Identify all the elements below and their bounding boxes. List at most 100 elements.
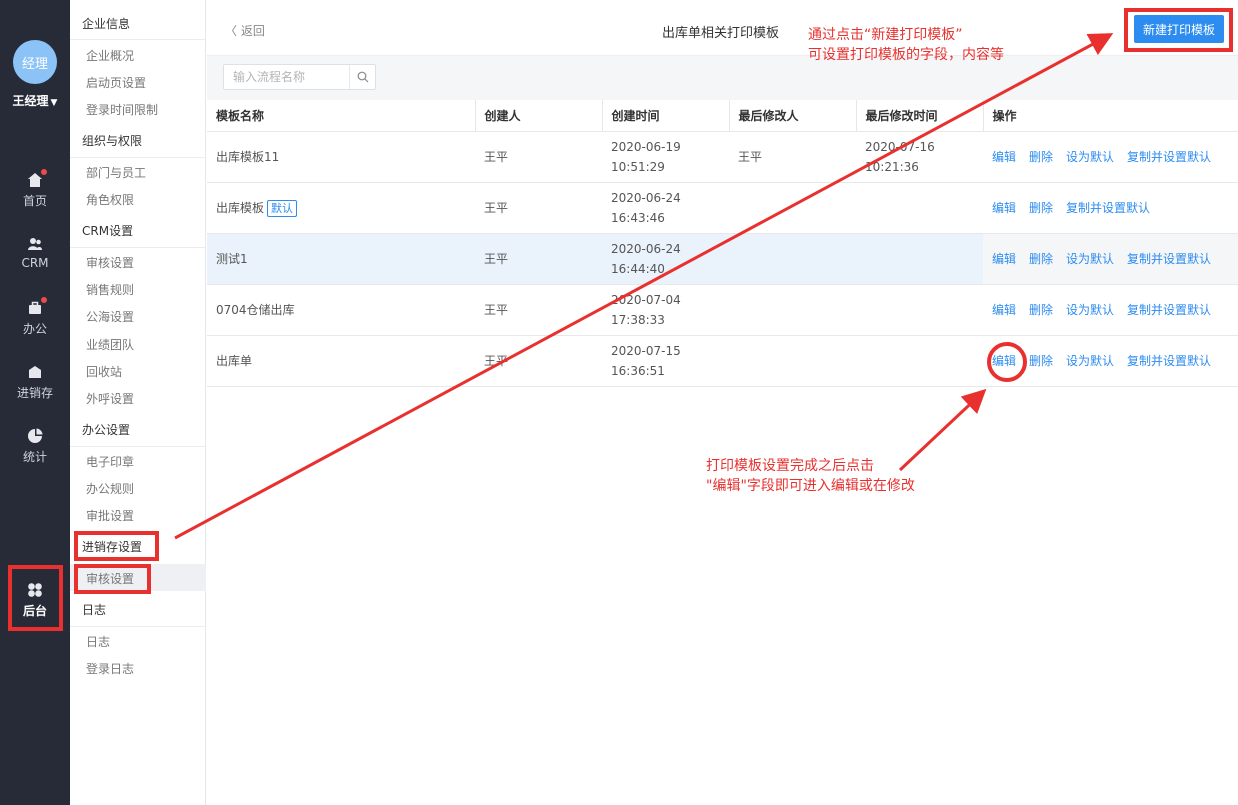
- menu-group-title: 组织与权限: [82, 134, 143, 148]
- set-default-link[interactable]: 设为默认: [1066, 252, 1114, 266]
- delete-link[interactable]: 删除: [1029, 303, 1053, 317]
- default-badge: 默认: [267, 199, 298, 217]
- copy-set-default-link[interactable]: 复制并设置默认: [1127, 252, 1211, 266]
- menu-item[interactable]: 日志: [86, 633, 110, 650]
- creator: 王平: [475, 233, 602, 285]
- notification-dot: [41, 297, 47, 303]
- pie-chart-icon: [27, 428, 43, 444]
- menu-group-title: CRM设置: [82, 224, 134, 238]
- menu-item[interactable]: 登录时间限制: [86, 101, 158, 118]
- delete-link[interactable]: 删除: [1029, 354, 1053, 368]
- menu-item[interactable]: 角色权限: [86, 191, 134, 208]
- user-name: 王经理: [12, 94, 49, 108]
- annotation-box-admin: [8, 565, 63, 631]
- modified-time: [856, 335, 983, 387]
- creator: 王平: [475, 182, 602, 234]
- annotation-box-new-template: [1124, 8, 1233, 52]
- search-icon[interactable]: [349, 65, 375, 89]
- set-default-link[interactable]: 设为默认: [1066, 150, 1114, 164]
- menu-item[interactable]: 登录日志: [86, 660, 134, 677]
- notification-dot: [41, 169, 47, 175]
- annotation-line: 通过点击“新建打印模板”: [808, 27, 963, 43]
- template-name: 出库模板: [216, 200, 265, 215]
- modifier: [729, 284, 856, 336]
- back-link[interactable]: 〈 返回: [225, 22, 265, 39]
- menu-item[interactable]: 公海设置: [86, 308, 134, 325]
- copy-set-default-link[interactable]: 复制并设置默认: [1127, 303, 1211, 317]
- page-title: 出库单相关打印模板: [662, 26, 780, 41]
- nav-item-home[interactable]: 首页: [0, 169, 70, 209]
- menu-item[interactable]: 审批设置: [86, 507, 134, 524]
- copy-set-default-link[interactable]: 复制并设置默认: [1066, 201, 1150, 215]
- table-row: 0704仓储出库 王平 2020-07-04 17:38:33 编辑 删除 设为默认…: [207, 284, 1238, 336]
- copy-set-default-link[interactable]: 复制并设置默认: [1127, 354, 1211, 368]
- nav-item-label: 统计: [22, 450, 47, 464]
- annotation-box-inventory-settings: [74, 531, 159, 561]
- caret-down-icon: ▼: [50, 98, 58, 108]
- menu-divider: [70, 446, 206, 447]
- menu-item[interactable]: 部门与员工: [86, 164, 146, 181]
- menu-group-title: 日志: [82, 603, 107, 617]
- edit-link[interactable]: 编辑: [992, 201, 1016, 215]
- crm-icon: [27, 236, 43, 252]
- menu-item[interactable]: 电子印章: [86, 453, 134, 470]
- created-time: 2020-07-04 17:38:33: [602, 284, 729, 336]
- edit-link[interactable]: 编辑: [992, 354, 1016, 368]
- set-default-link[interactable]: 设为默认: [1066, 303, 1114, 317]
- menu-item[interactable]: 企业概况: [86, 47, 134, 64]
- modified-time: [856, 284, 983, 336]
- annotation-line: 打印模板设置完成之后点击: [706, 458, 874, 474]
- delete-link[interactable]: 删除: [1029, 150, 1053, 164]
- nav-item-label: 进销存: [16, 386, 53, 400]
- inventory-icon: [27, 364, 43, 380]
- table-row: 出库模板11 王平 2020-06-19 10:51:29 王平 2020-07…: [207, 131, 1238, 183]
- annotation-note-edit: 打印模板设置完成之后点击 "编辑"字段即可进入编辑或在修改: [706, 456, 915, 496]
- modifier: 王平: [729, 131, 856, 183]
- delete-link[interactable]: 删除: [1029, 252, 1053, 266]
- table-row: 出库模板 默认 王平 2020-06-24 16:43:46 编辑 删除 复制并设置默…: [207, 182, 1238, 234]
- edit-link[interactable]: 编辑: [992, 150, 1016, 164]
- menu-item[interactable]: 销售规则: [86, 281, 134, 298]
- delete-link[interactable]: 删除: [1029, 201, 1053, 215]
- menu-item[interactable]: 办公规则: [86, 480, 134, 497]
- page-header: 〈 返回 出库单相关打印模板 新建打印模板: [207, 0, 1238, 56]
- copy-set-default-link[interactable]: 复制并设置默认: [1127, 150, 1211, 164]
- set-default-link[interactable]: 设为默认: [1066, 354, 1114, 368]
- created-time: 2020-06-24 16:44:40: [602, 233, 729, 285]
- settings-menu: 企业信息 企业概况 启动页设置 登录时间限制 组织与权限 部门与员工 角色权限 …: [70, 0, 206, 805]
- menu-item[interactable]: 回收站: [86, 363, 122, 380]
- menu-item[interactable]: 启动页设置: [86, 74, 146, 91]
- modified-time: [856, 233, 983, 285]
- nav-item-crm[interactable]: CRM: [0, 236, 70, 270]
- template-name-cell: 出库模板 默认: [207, 182, 475, 234]
- user-menu[interactable]: 王经理 ▼: [0, 92, 70, 109]
- creator: 王平: [475, 335, 602, 387]
- menu-item[interactable]: 外呼设置: [86, 390, 134, 407]
- office-icon: [27, 297, 47, 316]
- template-name: 0704仓储出库: [207, 284, 475, 336]
- annotation-line: "编辑"字段即可进入编辑或在修改: [706, 478, 915, 494]
- creator: 王平: [475, 131, 602, 183]
- created-time: 2020-06-24 16:43:46: [602, 182, 729, 234]
- column-header: 操作: [983, 100, 1238, 132]
- menu-item[interactable]: 业绩团队: [86, 336, 134, 353]
- table-header: 模板名称 创建人 创建时间 最后修改人 最后修改时间 操作: [207, 100, 1238, 132]
- modifier: [729, 335, 856, 387]
- modifier: [729, 182, 856, 234]
- edit-link[interactable]: 编辑: [992, 252, 1016, 266]
- column-header: 模板名称: [207, 100, 476, 132]
- nav-item-office[interactable]: 办公: [0, 297, 70, 337]
- nav-item-label: CRM: [21, 256, 49, 270]
- nav-item-stats[interactable]: 统计: [0, 428, 70, 465]
- column-header: 最后修改人: [729, 100, 857, 132]
- annotation-line: 可设置打印模板的字段，内容等: [808, 47, 1004, 63]
- created-time: 2020-07-15 16:36:51: [602, 335, 729, 387]
- column-header: 最后修改时间: [856, 100, 984, 132]
- avatar[interactable]: 经理: [13, 40, 57, 84]
- edit-link[interactable]: 编辑: [992, 303, 1016, 317]
- menu-item[interactable]: 审核设置: [86, 254, 134, 271]
- nav-item-inventory[interactable]: 进销存: [0, 364, 70, 401]
- modified-time: 2020-07-16 10:21:36: [856, 131, 983, 183]
- search-input[interactable]: [224, 65, 344, 89]
- menu-group-title: 办公设置: [82, 423, 131, 437]
